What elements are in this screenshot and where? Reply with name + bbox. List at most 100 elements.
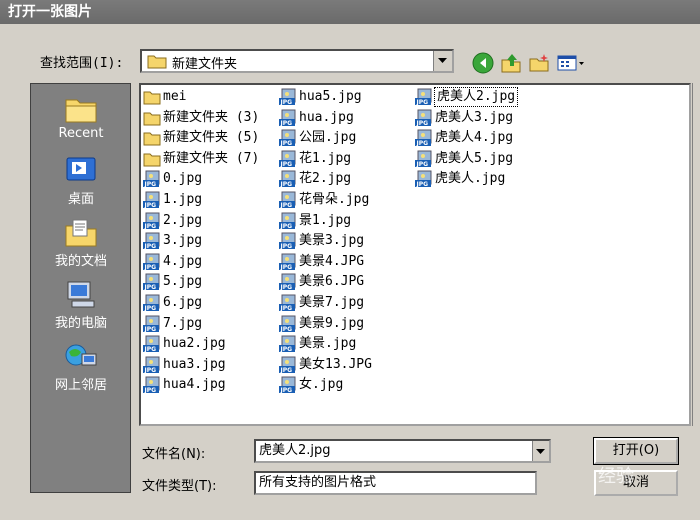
recent-folder-icon [65,99,97,123]
jpg-file-icon: JPG [143,170,161,188]
new-folder-icon[interactable] [528,52,550,74]
look-in-dropdown[interactable]: 新建文件夹 [140,49,454,73]
network-icon [65,344,97,366]
svg-text:JPG: JPG [144,223,157,230]
place-my-computer[interactable]: 我的电脑 [31,280,131,331]
file-name: 花2.jpg [299,171,352,187]
file-name: 美女13.JPG [299,356,372,372]
svg-text:JPG: JPG [280,387,293,394]
svg-text:JPG: JPG [280,346,293,353]
file-name: hua.jpg [299,109,354,125]
file-name: 新建文件夹 (7) [163,150,260,166]
jpg-file-icon: JPG [143,335,161,353]
file-name: 花骨朵.jpg [299,192,370,207]
jpg-file-icon: JPG [143,253,161,271]
jpg-file-icon: JPG [143,191,161,209]
place-network[interactable]: 网上邻居 [31,342,131,393]
jpg-file-icon: JPG [143,376,161,394]
svg-text:JPG: JPG [280,140,293,147]
svg-text:JPG: JPG [280,264,293,271]
place-desktop[interactable]: 桌面 [31,156,131,207]
jpg-file-icon: JPG [279,150,297,168]
jpg-file-icon: JPG [279,376,297,394]
jpg-file-icon: JPG [279,232,297,250]
file-name: 公园.jpg [299,130,357,146]
filetype-value: 所有支持的图片格式 [259,475,377,490]
jpg-file-icon: JPG [279,109,297,127]
file-name: 7.jpg [163,315,203,331]
jpg-file-icon: JPG [143,273,161,291]
file-name: 新建文件夹 (5) [163,130,260,146]
jpg-file-icon: JPG [279,253,297,271]
file-name: 虎美人5.jpg [435,150,514,166]
look-in-label: 查找范围(I): [40,56,124,71]
jpg-file-icon: JPG [415,129,433,147]
file-list[interactable]: mei 新建文件夹 (3) 新建文件夹 (5) 新建文件夹 (7) JPG 0.jpg JP… [139,83,691,426]
place-label: 网上邻居 [54,378,107,393]
folder-icon [143,88,161,106]
svg-text:JPG: JPG [416,99,429,106]
file-name: 景1.jpg [299,212,352,228]
jpg-file-icon: JPG [279,335,297,353]
jpg-file-icon: JPG [143,232,161,250]
svg-text:JPG: JPG [144,181,157,188]
svg-text:JPG: JPG [144,243,157,250]
place-recent[interactable]: Recent [31,94,131,141]
file-name: 0.jpg [163,171,203,187]
jpg-file-icon: JPG [415,109,433,127]
svg-text:JPG: JPG [144,326,157,333]
file-name: 美景3.jpg [299,233,365,249]
jpg-file-icon: JPG [415,170,433,188]
chevron-down-icon [438,58,447,63]
look-in-dropdown-button[interactable] [433,51,452,71]
svg-text:JPG: JPG [280,181,293,188]
places-bar: Recent 桌面 我的文档 我的电脑 网上邻居 [30,83,131,493]
file-name: hua4.jpg [163,377,226,393]
folder-icon [143,109,161,127]
folder-icon [143,129,161,147]
file-name: 4.jpg [163,253,203,269]
jpg-file-icon: JPG [279,356,297,374]
jpg-file-icon: JPG [143,294,161,312]
jpg-file-icon: JPG [415,88,433,106]
up-folder-icon[interactable] [500,52,522,74]
place-my-documents[interactable]: 我的文档 [31,218,131,269]
svg-text:JPG: JPG [280,202,293,209]
jpg-file-icon: JPG [279,191,297,209]
svg-text:JPG: JPG [280,99,293,106]
svg-text:JPG: JPG [280,223,293,230]
svg-text:JPG: JPG [144,346,157,353]
file-name: 女.jpg [299,377,344,393]
jpg-file-icon: JPG [143,315,161,333]
jpg-file-icon: JPG [279,129,297,147]
list-scrollbar[interactable] [692,83,700,426]
view-menu-icon[interactable] [556,52,586,74]
jpg-file-icon: JPG [279,294,297,312]
svg-text:JPG: JPG [280,120,293,127]
svg-text:JPG: JPG [280,243,293,250]
jpg-file-icon: JPG [279,273,297,291]
svg-text:JPG: JPG [144,202,157,209]
file-name: 6.jpg [163,295,203,310]
svg-text:JPG: JPG [144,367,157,374]
place-label: Recent [58,126,104,141]
jpg-file-icon: JPG [279,88,297,106]
filename-field[interactable]: 虎美人2.jpg [254,439,551,463]
svg-text:JPG: JPG [416,120,429,127]
filename-dropdown-button[interactable] [532,441,549,461]
svg-text:JPG: JPG [144,284,157,291]
folder-icon [143,150,161,168]
jpg-file-icon: JPG [279,315,297,333]
back-arrow-icon[interactable] [472,52,494,74]
file-name: 3.jpg [163,233,203,249]
place-label: 我的文档 [54,254,107,269]
svg-text:JPG: JPG [280,305,293,312]
filetype-select[interactable]: 所有支持的图片格式 [254,471,537,495]
file-name: 虎美人3.jpg [435,109,514,125]
file-name: 美景4.JPG [299,253,365,269]
svg-text:JPG: JPG [280,161,293,168]
svg-text:JPG: JPG [144,264,157,271]
svg-text:JPG: JPG [416,161,429,168]
jpg-file-icon: JPG [279,212,297,230]
open-button[interactable]: 打开(O) [593,437,679,465]
